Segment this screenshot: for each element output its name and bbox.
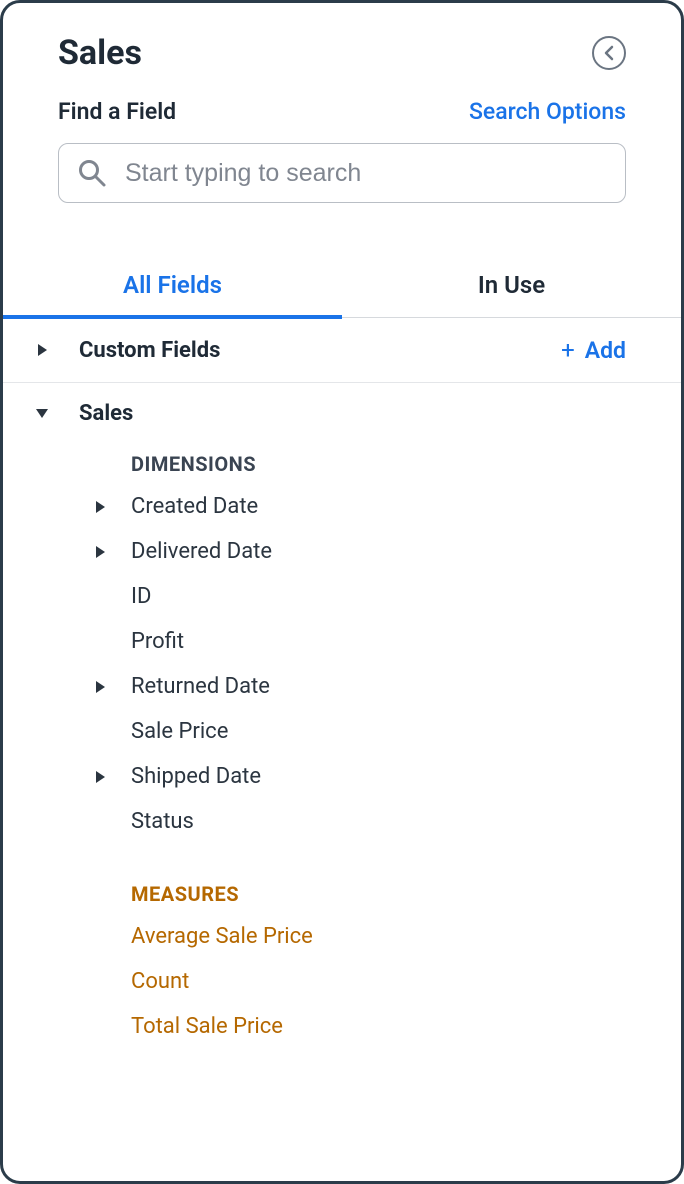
- field-label: Created Date: [131, 494, 258, 519]
- field-average-sale-price[interactable]: Average Sale Price: [3, 914, 681, 959]
- chevron-right-icon: [91, 771, 109, 783]
- panel-title: Sales: [58, 33, 142, 73]
- search-section: Find a Field Search Options: [3, 83, 681, 203]
- measures-header: MEASURES: [3, 844, 681, 914]
- field-id[interactable]: ID: [3, 574, 681, 619]
- field-label: Status: [131, 809, 194, 834]
- field-count[interactable]: Count: [3, 959, 681, 1004]
- field-label: Average Sale Price: [131, 924, 313, 949]
- custom-fields-label: Custom Fields: [79, 338, 561, 363]
- field-shipped-date[interactable]: Shipped Date: [3, 754, 681, 799]
- field-created-date[interactable]: Created Date: [3, 484, 681, 529]
- field-delivered-date[interactable]: Delivered Date: [3, 529, 681, 574]
- field-status[interactable]: Status: [3, 799, 681, 844]
- chevron-right-icon: [91, 681, 109, 693]
- search-box[interactable]: [58, 143, 626, 203]
- field-label: Sale Price: [131, 719, 228, 744]
- field-returned-date[interactable]: Returned Date: [3, 664, 681, 709]
- field-label: Profit: [131, 629, 184, 654]
- search-labels: Find a Field Search Options: [58, 98, 626, 125]
- tabs: All Fields In Use: [3, 253, 681, 318]
- field-profit[interactable]: Profit: [3, 619, 681, 664]
- sales-section-label: Sales: [79, 401, 626, 426]
- sales-section-header[interactable]: Sales: [3, 383, 681, 432]
- panel-header: Sales: [3, 3, 681, 83]
- chevron-right-icon: [91, 546, 109, 558]
- add-custom-field-button[interactable]: + Add: [561, 336, 626, 364]
- tab-in-use[interactable]: In Use: [342, 253, 681, 317]
- tab-all-fields[interactable]: All Fields: [3, 253, 342, 317]
- field-picker-panel: Sales Find a Field Search Options All Fi…: [0, 0, 684, 1184]
- field-label: Returned Date: [131, 674, 270, 699]
- field-label: Count: [131, 969, 189, 994]
- chevron-down-icon: [33, 409, 51, 418]
- add-label: Add: [585, 337, 626, 364]
- custom-fields-section[interactable]: Custom Fields + Add: [3, 318, 681, 383]
- field-total-sale-price[interactable]: Total Sale Price: [3, 1004, 681, 1049]
- field-label: Shipped Date: [131, 764, 261, 789]
- collapse-panel-button[interactable]: [592, 36, 626, 70]
- chevron-right-icon: [91, 501, 109, 513]
- field-label: ID: [131, 584, 151, 609]
- chevron-right-icon: [33, 344, 51, 356]
- field-label: Total Sale Price: [131, 1014, 283, 1039]
- find-field-label: Find a Field: [58, 98, 176, 125]
- field-sale-price[interactable]: Sale Price: [3, 709, 681, 754]
- chevron-left-icon: [602, 45, 616, 61]
- search-options-link[interactable]: Search Options: [469, 98, 626, 125]
- plus-icon: +: [561, 336, 575, 364]
- search-input[interactable]: [125, 159, 607, 188]
- field-label: Delivered Date: [131, 539, 272, 564]
- search-icon: [77, 158, 107, 188]
- dimensions-header: DIMENSIONS: [3, 432, 681, 484]
